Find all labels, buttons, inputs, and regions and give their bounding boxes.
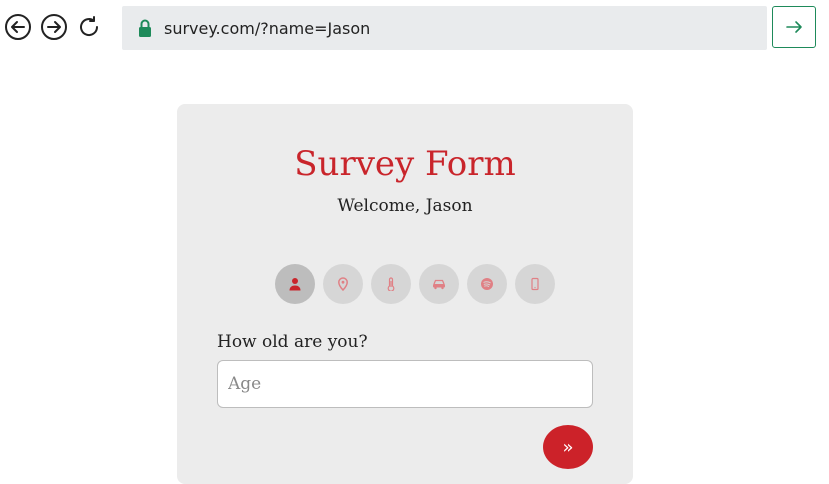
mobile-phone-icon bbox=[531, 277, 539, 291]
next-button[interactable]: » bbox=[543, 425, 593, 469]
survey-card: Survey Form Welcome, Jason How old are y… bbox=[177, 104, 633, 484]
lock-icon bbox=[138, 18, 152, 38]
person-icon bbox=[289, 278, 301, 291]
url-text[interactable]: survey.com/?name=Jason bbox=[164, 19, 370, 38]
welcome-message: Welcome, Jason bbox=[337, 196, 473, 216]
reload-icon bbox=[80, 16, 99, 36]
arrow-left-icon bbox=[5, 14, 31, 40]
age-input[interactable] bbox=[217, 360, 593, 408]
page-title: Survey Form bbox=[294, 144, 516, 184]
go-button[interactable] bbox=[772, 6, 816, 48]
arrow-right-icon bbox=[41, 14, 67, 40]
arrow-right-icon bbox=[786, 21, 802, 33]
step-person[interactable] bbox=[275, 264, 315, 304]
step-music[interactable] bbox=[467, 264, 507, 304]
address-bar[interactable]: survey.com/?name=Jason bbox=[122, 6, 767, 50]
step-temperature[interactable] bbox=[371, 264, 411, 304]
thermometer-icon bbox=[387, 277, 395, 291]
forward-button[interactable] bbox=[40, 13, 68, 41]
back-button[interactable] bbox=[4, 13, 32, 41]
spotify-icon bbox=[481, 278, 493, 290]
car-icon bbox=[433, 279, 445, 290]
step-car[interactable] bbox=[419, 264, 459, 304]
step-location[interactable] bbox=[323, 264, 363, 304]
location-pin-icon bbox=[338, 277, 348, 291]
step-indicator bbox=[275, 264, 555, 304]
step-mobile[interactable] bbox=[515, 264, 555, 304]
question-label: How old are you? bbox=[217, 332, 368, 352]
reload-button[interactable] bbox=[75, 13, 103, 41]
